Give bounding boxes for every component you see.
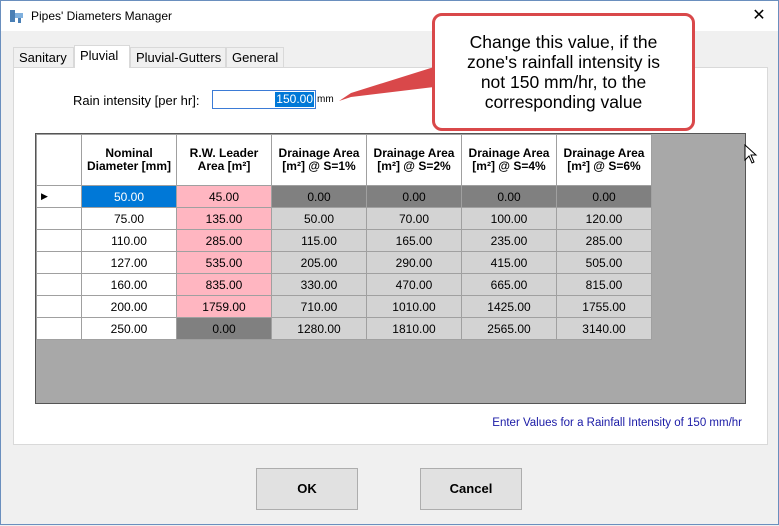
callout-line: corresponding value [484,92,643,112]
cancel-button[interactable]: Cancel [420,468,522,510]
row-header-corner [36,134,82,186]
table-cell[interactable]: 0.00 [556,185,652,208]
tab-sanitary[interactable]: Sanitary [13,47,74,67]
callout-line: zone's rainfall intensity is [466,52,660,72]
column-header[interactable]: Drainage Area [m²] @ S=6% [556,134,652,186]
table-cell[interactable]: 835.00 [176,273,272,296]
table-cell[interactable]: 100.00 [461,207,557,230]
table-cell[interactable]: 50.00 [271,207,367,230]
row-header[interactable] [36,317,82,340]
table-cell[interactable]: 250.00 [81,317,177,340]
tab-general[interactable]: General [226,47,284,67]
table-cell[interactable]: 1280.00 [271,317,367,340]
table-cell[interactable]: 165.00 [366,229,462,252]
table-cell[interactable]: 50.00 [81,185,177,208]
table-cell[interactable]: 205.00 [271,251,367,274]
close-icon[interactable]: ✕ [748,5,770,27]
callout-line: not 150 mm/hr, to the [480,72,647,92]
table-cell[interactable]: 200.00 [81,295,177,318]
current-row-marker-icon[interactable]: ▶ [36,185,82,208]
table-cell[interactable]: 235.00 [461,229,557,252]
table-cell[interactable]: 415.00 [461,251,557,274]
table-cell[interactable]: 0.00 [271,185,367,208]
column-header[interactable]: Drainage Area [m²] @ S=4% [461,134,557,186]
rain-intensity-input[interactable]: 150.00 [212,90,316,109]
table-cell[interactable]: 815.00 [556,273,652,296]
dialog-window: Pipes' Diameters Manager ✕ Sanitary Pluv… [0,0,779,525]
column-header[interactable]: Nominal Diameter [mm] [81,134,177,186]
table-cell[interactable]: 115.00 [271,229,367,252]
table-cell[interactable]: 710.00 [271,295,367,318]
row-header[interactable] [36,295,82,318]
table-cell[interactable]: 1010.00 [366,295,462,318]
column-header[interactable]: R.W. Leader Area [m²] [176,134,272,186]
pipe-table: Nominal Diameter [mm] R.W. Leader Area [… [36,134,652,340]
table-cell[interactable]: 0.00 [176,317,272,340]
hint-text: Enter Values for a Rainfall Intensity of… [492,417,742,429]
app-icon [9,8,25,24]
pipe-grid[interactable]: Nominal Diameter [mm] R.W. Leader Area [… [35,133,746,404]
table-row: 75.00 135.00 50.00 70.00 100.00 120.00 [36,207,652,230]
table-cell[interactable]: 2565.00 [461,317,557,340]
tab-pluvial-gutters[interactable]: Pluvial-Gutters [130,47,226,67]
table-row: 127.00 535.00 205.00 290.00 415.00 505.0… [36,251,652,274]
mouse-pointer-icon [744,144,758,164]
annotation-callout: Change this value, if the zone's rainfal… [432,13,695,131]
rain-intensity-value: 150.00 [275,92,314,107]
table-cell[interactable]: 505.00 [556,251,652,274]
table-cell[interactable]: 3140.00 [556,317,652,340]
table-cell[interactable]: 535.00 [176,251,272,274]
table-cell[interactable]: 0.00 [461,185,557,208]
row-header[interactable] [36,229,82,252]
table-cell[interactable]: 75.00 [81,207,177,230]
table-cell[interactable]: 45.00 [176,185,272,208]
column-header[interactable]: Drainage Area [m²] @ S=2% [366,134,462,186]
row-header[interactable] [36,273,82,296]
ok-button[interactable]: OK [256,468,358,510]
table-cell[interactable]: 70.00 [366,207,462,230]
row-header[interactable] [36,251,82,274]
table-cell[interactable]: 290.00 [366,251,462,274]
rain-intensity-unit: mm [317,94,334,105]
table-cell[interactable]: 0.00 [366,185,462,208]
table-cell[interactable]: 470.00 [366,273,462,296]
callout-line: Change this value, if the [469,32,658,52]
table-cell[interactable]: 120.00 [556,207,652,230]
table-cell[interactable]: 127.00 [81,251,177,274]
table-row: 250.00 0.00 1280.00 1810.00 2565.00 3140… [36,317,652,340]
table-cell[interactable]: 285.00 [556,229,652,252]
table-cell[interactable]: 1425.00 [461,295,557,318]
table-cell[interactable]: 135.00 [176,207,272,230]
table-cell[interactable]: 1759.00 [176,295,272,318]
table-row: 200.00 1759.00 710.00 1010.00 1425.00 17… [36,295,652,318]
column-header[interactable]: Drainage Area [m²] @ S=1% [271,134,367,186]
table-cell[interactable]: 330.00 [271,273,367,296]
table-cell[interactable]: 110.00 [81,229,177,252]
table-row: 110.00 285.00 115.00 165.00 235.00 285.0… [36,229,652,252]
table-cell[interactable]: 665.00 [461,273,557,296]
tab-pluvial[interactable]: Pluvial [74,45,130,68]
rain-intensity-label: Rain intensity [per hr]: [73,93,200,108]
table-cell[interactable]: 285.00 [176,229,272,252]
table-cell[interactable]: 1755.00 [556,295,652,318]
window-title: Pipes' Diameters Manager [31,9,173,23]
table-row: 160.00 835.00 330.00 470.00 665.00 815.0… [36,273,652,296]
row-header[interactable] [36,207,82,230]
table-cell[interactable]: 160.00 [81,273,177,296]
table-cell[interactable]: 1810.00 [366,317,462,340]
table-row: ▶ 50.00 45.00 0.00 0.00 0.00 0.00 [36,185,652,208]
